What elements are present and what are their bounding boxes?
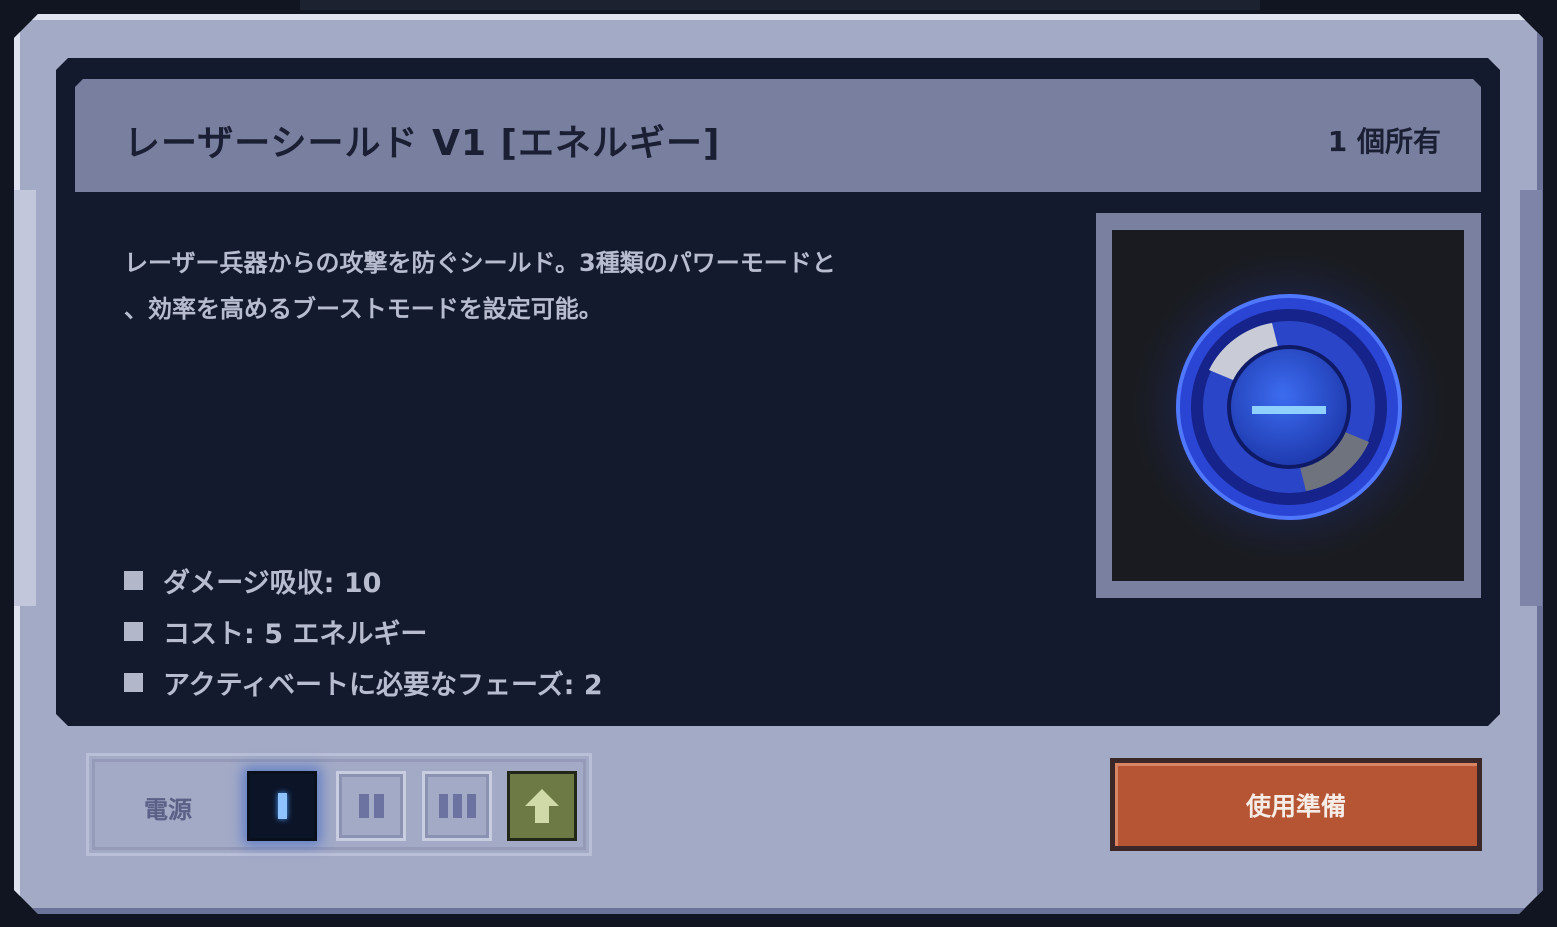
item-stats-list: ダメージ吸収: 10 コスト: 5 エネルギー アクティベートに必要なフェーズ:…	[124, 555, 603, 708]
stat-cost: コスト: 5 エネルギー	[163, 619, 428, 650]
power-bar-icon	[452, 794, 462, 818]
description-line-1: レーザー兵器からの攻撃を防ぐシールド。3種類のパワーモードと	[124, 249, 836, 277]
stat-row: ダメージ吸収: 10	[124, 555, 603, 606]
boost-mode-button[interactable]	[507, 771, 577, 841]
item-description: レーザー兵器からの攻撃を防ぐシールド。3種類のパワーモードと 、効率を高めるブー…	[124, 240, 924, 332]
power-label: 電源	[144, 796, 192, 824]
stat-row: アクティベートに必要なフェーズ: 2	[124, 657, 603, 708]
frame-side-notch-left	[14, 190, 36, 606]
power-mode-1-button[interactable]	[247, 771, 317, 841]
bullet-icon	[124, 622, 143, 641]
item-title: レーザーシールド V1 [エネルギー]	[124, 123, 721, 164]
power-bar-icon	[277, 793, 287, 819]
stat-row: コスト: 5 エネルギー	[124, 606, 603, 657]
stat-activation-phases: アクティベートに必要なフェーズ: 2	[163, 670, 603, 701]
laser-shield-icon	[1119, 237, 1459, 577]
power-mode-2-button[interactable]	[336, 771, 406, 841]
frame-side-notch-right	[1520, 190, 1542, 606]
bullet-icon	[124, 571, 143, 590]
description-line-2: 、効率を高めるブーストモードを設定可能。	[124, 295, 603, 323]
power-mode-3-button[interactable]	[422, 771, 492, 841]
power-bar-icon	[358, 794, 369, 818]
power-bar-icon	[373, 794, 384, 818]
bullet-icon	[124, 673, 143, 692]
background-edge-top	[300, 0, 1260, 10]
power-bar-icon	[438, 794, 448, 818]
ready-to-use-button[interactable]: 使用準備	[1110, 758, 1482, 851]
arrow-up-icon	[525, 789, 559, 823]
item-preview	[1112, 230, 1464, 581]
owned-count: 1 個所有	[1327, 125, 1441, 158]
stat-damage-absorb: ダメージ吸収: 10	[163, 568, 382, 599]
power-bar-icon	[466, 794, 476, 818]
